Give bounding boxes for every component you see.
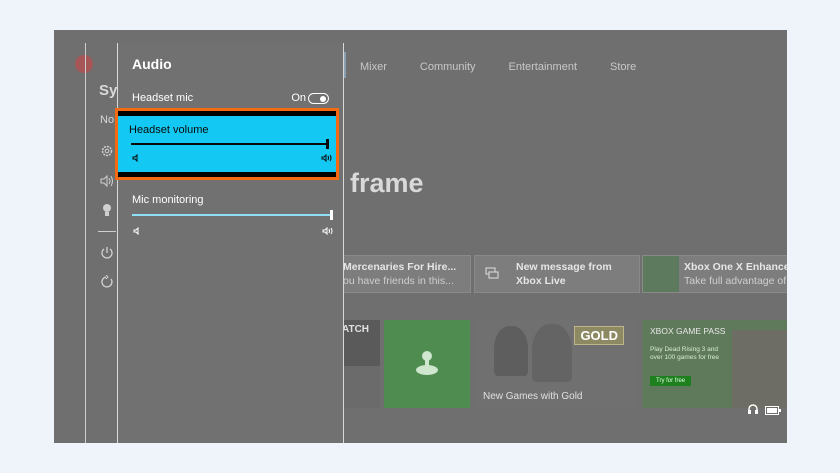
xbox-screen: Mixer Community Entertainment Store fram… <box>54 30 787 443</box>
try-free-button[interactable]: Try for free <box>650 376 692 386</box>
volume-low-icon <box>133 227 141 235</box>
joystick-icon <box>414 348 440 383</box>
headset-volume-highlight[interactable]: Headset volume <box>115 108 339 180</box>
rail-separator <box>98 231 116 232</box>
card-subtitle: Take full advantage of <box>684 275 787 287</box>
hero-title: frame <box>350 168 424 198</box>
headset-volume-label: Headset volume <box>129 124 209 136</box>
card-thumbnail <box>643 256 679 292</box>
top-navigation: Mixer Community Entertainment Store <box>360 61 669 73</box>
volume-high-icon <box>322 227 333 235</box>
rail-subtitle: No <box>100 114 115 126</box>
headset-icon <box>747 402 759 420</box>
slider-thumb[interactable] <box>330 210 333 220</box>
volume-low-icon <box>132 154 140 162</box>
nav-mixer[interactable]: Mixer <box>360 61 387 73</box>
mic-monitoring-slider[interactable] <box>132 210 333 220</box>
lightbulb-icon[interactable] <box>100 203 114 217</box>
tile-game-pass[interactable]: XBOX GAME PASS Play Dead Rising 3 and ov… <box>642 320 787 408</box>
headset-volume-control[interactable]: Headset volume <box>118 116 336 172</box>
gamepass-subtitle: Play Dead Rising 3 and over 100 games fo… <box>650 346 720 361</box>
settings-icon[interactable] <box>100 144 114 158</box>
card-mercenaries[interactable]: Mercenaries For Hire... ou have friends … <box>340 255 471 293</box>
gamepass-header: XBOX GAME PASS <box>650 326 726 336</box>
toggle-knob <box>320 95 326 102</box>
restart-icon[interactable] <box>100 274 114 289</box>
power-icon[interactable] <box>100 246 114 260</box>
card-title: New message from <box>516 261 612 273</box>
status-icons <box>747 402 781 420</box>
nav-community[interactable]: Community <box>420 61 476 73</box>
slider-thumb[interactable] <box>326 139 329 149</box>
volume-high-icon <box>321 154 332 162</box>
headset-mic-state: On <box>291 92 306 104</box>
tile-games-with-gold[interactable]: GOLD New Games with Gold <box>474 320 638 408</box>
rail-title: Sy <box>99 82 118 99</box>
gold-badge: GOLD <box>574 326 624 345</box>
speaker-icon[interactable] <box>100 174 114 188</box>
avatar[interactable] <box>75 55 93 73</box>
card-title: Mercenaries For Hire... <box>343 261 457 273</box>
nav-entertainment[interactable]: Entertainment <box>509 61 577 73</box>
card-new-message[interactable]: New message from Xbox Live <box>474 255 640 293</box>
panel-title: Audio <box>132 56 172 72</box>
card-xbox-one-x[interactable]: Xbox One X Enhance Take full advantage o… <box>642 255 787 293</box>
tile-caption: New Games with Gold <box>483 391 583 402</box>
mic-monitoring-label: Mic monitoring <box>132 194 204 206</box>
card-subtitle: ou have friends in this... <box>343 275 454 287</box>
card-title: Xbox One X Enhance <box>684 261 787 273</box>
headset-volume-slider[interactable] <box>131 139 329 149</box>
headset-mic-label: Headset mic <box>132 92 194 104</box>
headset-mic-toggle[interactable] <box>308 93 329 104</box>
tile-label: ATCH <box>342 324 370 335</box>
rail-divider <box>85 43 86 443</box>
card-subtitle: Xbox Live <box>516 275 566 287</box>
message-icon <box>485 266 499 285</box>
tile-watch[interactable]: ATCH <box>340 320 380 408</box>
audio-panel: Audio Headset mic On Headset volume Mic … <box>115 43 344 443</box>
nav-store[interactable]: Store <box>610 61 636 73</box>
tile-green[interactable] <box>384 320 470 408</box>
battery-icon <box>765 402 781 420</box>
